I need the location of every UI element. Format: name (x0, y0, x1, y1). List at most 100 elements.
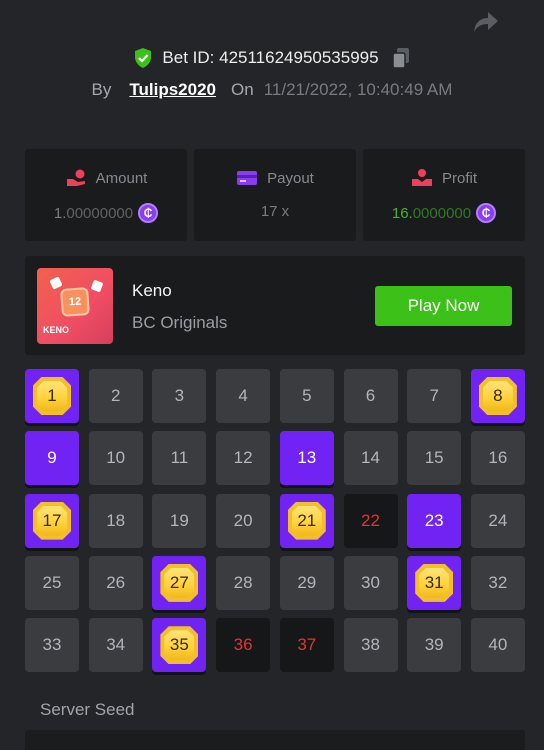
keno-tile-number: 13 (297, 448, 317, 468)
keno-thumbnail[interactable]: 12 KENO (37, 268, 113, 344)
keno-tile-34[interactable]: 34 (88, 618, 143, 673)
bet-id-row: Bet ID: 42511624950535995 (0, 47, 544, 69)
keno-tile-15[interactable]: 15 (407, 431, 462, 486)
keno-tile-number: 40 (488, 635, 508, 655)
shield-check-icon (133, 47, 153, 69)
keno-tile-number: 9 (47, 448, 57, 468)
keno-tile-21[interactable]: 21 (279, 493, 334, 548)
keno-tile-16[interactable]: 16 (470, 431, 525, 486)
payout-value: 17 x (260, 203, 290, 220)
keno-tile-number: 37 (297, 635, 317, 655)
keno-tile-number: 14 (361, 448, 380, 468)
amount-card: Amount 1. 00000000 ₵ (25, 149, 187, 241)
coins-hand-icon (66, 169, 85, 186)
on-label: On (231, 80, 254, 99)
play-now-button[interactable]: Play Now (375, 286, 512, 326)
keno-tile-10[interactable]: 10 (88, 431, 143, 486)
gem-icon: 31 (415, 564, 453, 602)
dice-icon (49, 276, 63, 290)
keno-tile-19[interactable]: 19 (152, 493, 207, 548)
keno-tile-2[interactable]: 2 (88, 369, 143, 423)
keno-logo-text: KENO (43, 325, 70, 335)
keno-tile-38[interactable]: 38 (343, 618, 398, 673)
by-label: By (91, 80, 112, 99)
keno-tile-30[interactable]: 30 (343, 555, 398, 610)
keno-tile-number: 3 (174, 386, 185, 405)
keno-tile-11[interactable]: 11 (152, 431, 207, 486)
server-seed-label: Server Seed (40, 700, 135, 719)
keno-tile-number: 26 (106, 572, 126, 592)
bet-author-row: By Tulips2020 On 11/21/2022, 10:40:49 AM (0, 80, 544, 100)
keno-tile-35[interactable]: 35 (152, 618, 207, 673)
keno-tile-39[interactable]: 39 (407, 618, 462, 673)
keno-tile-number: 8 (493, 386, 503, 405)
bet-id-text: Bet ID: 42511624950535995 (162, 48, 379, 67)
keno-tile-number: 20 (233, 510, 253, 530)
keno-tile-5[interactable]: 5 (279, 369, 334, 423)
keno-tile-number: 11 (170, 448, 189, 468)
keno-tile-31[interactable]: 31 (407, 555, 462, 610)
copy-icon[interactable] (391, 47, 411, 69)
amount-value-lead: 1. (53, 204, 67, 222)
keno-tile-18[interactable]: 18 (88, 493, 143, 548)
keno-tile-12[interactable]: 12 (216, 431, 271, 486)
keno-tile-13[interactable]: 13 (279, 431, 334, 486)
keno-tile-17[interactable]: 17 (25, 493, 79, 548)
keno-tile-number: 10 (106, 448, 126, 468)
server-seed-field[interactable] (25, 730, 525, 750)
keno-tile-number: 30 (361, 572, 380, 592)
keno-tile-number: 32 (488, 572, 508, 592)
keno-tile-number: 36 (233, 635, 253, 655)
keno-tile-1[interactable]: 1 (25, 369, 79, 423)
keno-tile-number: 24 (488, 510, 508, 530)
bc-coin-icon: ₵ (138, 203, 159, 223)
keno-tile-22[interactable]: 22 (343, 493, 398, 548)
money-hand-icon (411, 169, 432, 186)
keno-tile-29[interactable]: 29 (279, 555, 334, 610)
keno-tile-6[interactable]: 6 (343, 369, 398, 423)
keno-tile-26[interactable]: 26 (88, 555, 143, 610)
keno-tile-number: 22 (361, 510, 380, 530)
keno-tile-number: 5 (302, 386, 312, 405)
game-card: 12 KENO Keno BC Originals Play Now (25, 256, 525, 355)
username-link[interactable]: Tulips2020 (129, 80, 216, 100)
profit-value-rest: 0000000 (412, 204, 472, 222)
keno-tile-number: 25 (42, 572, 62, 592)
keno-tile-number: 34 (106, 635, 126, 655)
keno-tile-3[interactable]: 3 (152, 369, 207, 423)
keno-tile-4[interactable]: 4 (216, 369, 271, 423)
keno-tile-7[interactable]: 7 (407, 369, 462, 423)
keno-tile-32[interactable]: 32 (470, 555, 525, 610)
share-icon[interactable] (470, 8, 502, 36)
keno-tile-9[interactable]: 9 (25, 431, 79, 486)
keno-tile-8[interactable]: 8 (470, 369, 525, 423)
keno-tile-37[interactable]: 37 (279, 618, 334, 673)
keno-tile-number: 16 (488, 448, 508, 468)
profit-label: Profit (441, 169, 477, 187)
gem-icon: 27 (160, 564, 198, 602)
keno-tile-27[interactable]: 27 (152, 555, 207, 610)
keno-tile-25[interactable]: 25 (25, 555, 79, 610)
gem-icon: 35 (160, 626, 198, 664)
keno-tile-24[interactable]: 24 (470, 493, 525, 548)
keno-tile-28[interactable]: 28 (216, 555, 271, 610)
keno-tile-number: 15 (424, 448, 444, 468)
keno-tile-36[interactable]: 36 (216, 618, 271, 673)
keno-tile-number: 38 (361, 635, 380, 655)
keno-tile-number: 29 (297, 572, 317, 592)
amount-label: Amount (95, 169, 148, 187)
keno-tile-33[interactable]: 33 (25, 618, 79, 673)
keno-tile-number: 18 (106, 510, 126, 530)
payout-card: Payout 17 x (194, 149, 356, 241)
gem-icon: 8 (479, 377, 517, 415)
profit-value-lead: 16. (391, 204, 413, 222)
keno-tile-number: 23 (424, 510, 444, 530)
keno-tile-20[interactable]: 20 (216, 493, 271, 548)
keno-tile-23[interactable]: 23 (407, 493, 462, 548)
payout-label: Payout (267, 169, 314, 187)
keno-tile-14[interactable]: 14 (343, 431, 398, 486)
bc-coin-icon: ₵ (476, 203, 497, 223)
keno-tile-number: 4 (238, 386, 248, 405)
game-provider: BC Originals (132, 313, 228, 332)
keno-tile-40[interactable]: 40 (470, 618, 525, 673)
